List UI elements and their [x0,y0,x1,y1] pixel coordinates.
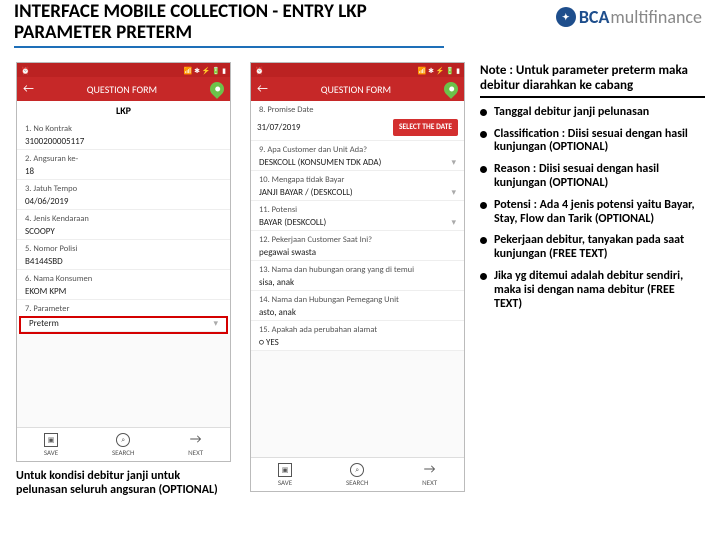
field-label: 4. Jenis Kendaraan [17,210,230,226]
note-item: Jika yg ditemui adalah debitur sendiri, … [480,270,705,311]
field-label: 3. Jatuh Tempo [17,180,230,196]
status-right: 📶 ✱ ⚡ 🔋 ▮ [418,66,460,75]
dropdown-reason[interactable]: JANJI BAYAR / (DESKCOLL) ▾ [251,187,464,201]
brand-logo: ✦ BCA multifinance [556,6,702,28]
note-item: Pekerjaan debitur, tanyakan pada saat ku… [480,234,705,262]
next-icon: → [189,433,203,447]
field-label: 10. Mengapa tidak Bayar [251,171,464,187]
status-bar: ⏰ 📶 ✱ ⚡ 🔋 ▮ [17,63,230,77]
title-text: INTERFACE MOBILE COLLECTION - ENTRY LKP … [14,2,444,44]
field-label: 2. Angsuran ke- [17,150,230,166]
status-left: ⏰ [255,66,264,75]
field-label: 15. Apakah ada perubahan alamat [251,321,464,337]
nav-save[interactable]: ▣SAVE [44,433,58,457]
note-heading: Note : Untuk parameter preterm maka debi… [480,64,705,98]
bottom-nav: ▣SAVE ⌕SEARCH →NEXT [251,457,464,491]
back-icon[interactable]: ← [257,82,268,96]
field-label: 1. No Kontrak [17,120,230,136]
dropdown-value: DESKCOLL (KONSUMEN TDK ADA) [259,157,381,168]
nav-save[interactable]: ▣SAVE [278,463,292,487]
save-icon: ▣ [278,463,292,477]
dropdown-customer-unit[interactable]: DESKCOLL (KONSUMEN TDK ADA) ▾ [251,157,464,171]
chevron-down-icon: ▾ [213,318,218,329]
dropdown-value: BAYAR (DESKCOLL) [259,217,326,228]
appbar-title: QUESTION FORM [321,83,391,96]
footnote-text: Untuk kondisi debitur janji untuk peluna… [16,470,226,498]
brand-multi: multifinance [610,6,702,28]
note-item: Potensi : Ada 4 jenis potensi yaitu Baya… [480,199,705,227]
nav-label: SAVE [278,478,292,487]
dropdown-value: JANJI BAYAR / (DESKCOLL) [259,187,353,198]
field-value: 18 [17,166,230,180]
status-bar: ⏰ 📶 ✱ ⚡ 🔋 ▮ [251,63,464,77]
nav-next[interactable]: →NEXT [422,463,437,487]
save-icon: ▣ [44,433,58,447]
nav-label: NEXT [422,478,437,487]
form-list-left: 1. No Kontrak 3100200005117 2. Angsuran … [17,120,230,334]
form-list-right: 8. Promise Date 31/07/2019 SELECT THE DA… [251,101,464,351]
field-label: 5. Nomor Polisi [17,240,230,256]
nav-label: NEXT [188,448,203,457]
text-input-pekerjaan[interactable]: pegawai swasta [251,247,464,261]
logo-badge-icon: ✦ [556,7,576,27]
note-bullets: Tanggal debitur janji pelunasan Classifi… [480,106,705,312]
field-label: 12. Pekerjaan Customer Saat Ini? [251,231,464,247]
location-pin-icon[interactable] [207,79,227,99]
field-label: 9. Apa Customer dan Unit Ada? [251,141,464,157]
search-icon: ⌕ [116,433,130,447]
note-item: Classification : Diisi sesuai dengan has… [480,128,705,156]
phone-screenshot-right: ⏰ 📶 ✱ ⚡ 🔋 ▮ ← QUESTION FORM 8. Promise D… [250,62,465,492]
select-date-button[interactable]: SELECT THE DATE [393,119,458,136]
notes-panel: Note : Untuk parameter preterm maka debi… [480,64,705,319]
status-left: ⏰ [21,66,30,75]
radio-perubahan-alamat[interactable]: ○ YES [251,337,464,351]
brand-bca: BCA [579,6,610,28]
field-value: 04/06/2019 [17,196,230,210]
back-icon[interactable]: ← [23,82,34,96]
field-label: 11. Potensi [251,201,464,217]
bottom-nav: ▣SAVE ⌕SEARCH →NEXT [17,427,230,461]
next-icon: → [423,463,437,477]
chevron-down-icon: ▾ [451,157,456,168]
phone-screenshot-left: ⏰ 📶 ✱ ⚡ 🔋 ▮ ← QUESTION FORM LKP 1. No Ko… [16,62,231,462]
field-label: 8. Promise Date [251,101,464,117]
field-value: B4144SBD [17,256,230,270]
highlighted-parameter: Preterm ▾ [19,316,228,334]
field-label: 14. Nama dan Hubungan Pemegang Unit [251,291,464,307]
app-bar: ← QUESTION FORM [17,77,230,101]
note-item: Reason : Diisi sesuai dengan hasil kunju… [480,163,705,191]
nav-label: SAVE [44,448,58,457]
chevron-down-icon: ▾ [451,217,456,228]
note-item: Tanggal debitur janji pelunasan [480,106,705,120]
parameter-dropdown[interactable]: Preterm ▾ [21,318,226,332]
field-label: 6. Nama Konsumen [17,270,230,286]
field-label: 7. Parameter [17,300,230,316]
dropdown-potensi[interactable]: BAYAR (DESKCOLL) ▾ [251,217,464,231]
chevron-down-icon: ▾ [451,187,456,198]
field-value: EKOM KPM [17,286,230,300]
search-icon: ⌕ [350,463,364,477]
slide-title: INTERFACE MOBILE COLLECTION - ENTRY LKP … [14,2,444,48]
promise-date-value: 31/07/2019 [257,122,389,133]
status-right: 📶 ✱ ⚡ 🔋 ▮ [184,66,226,75]
text-input-pemegang-unit[interactable]: asto, anak [251,307,464,321]
nav-search[interactable]: ⌕SEARCH [112,433,134,457]
location-pin-icon[interactable] [441,79,461,99]
nav-label: SEARCH [112,448,134,457]
nav-search[interactable]: ⌕SEARCH [346,463,368,487]
field-value: 3100200005117 [17,136,230,150]
promise-date-row: 31/07/2019 SELECT THE DATE [251,117,464,141]
nav-label: SEARCH [346,478,368,487]
field-value: SCOOPY [17,226,230,240]
appbar-title: QUESTION FORM [87,83,157,96]
lkp-label: LKP [17,101,230,120]
field-label: 13. Nama dan hubungan orang yang di temu… [251,261,464,277]
parameter-value: Preterm [29,318,59,329]
app-bar: ← QUESTION FORM [251,77,464,101]
text-input-nama-hubungan[interactable]: sisa, anak [251,277,464,291]
nav-next[interactable]: →NEXT [188,433,203,457]
